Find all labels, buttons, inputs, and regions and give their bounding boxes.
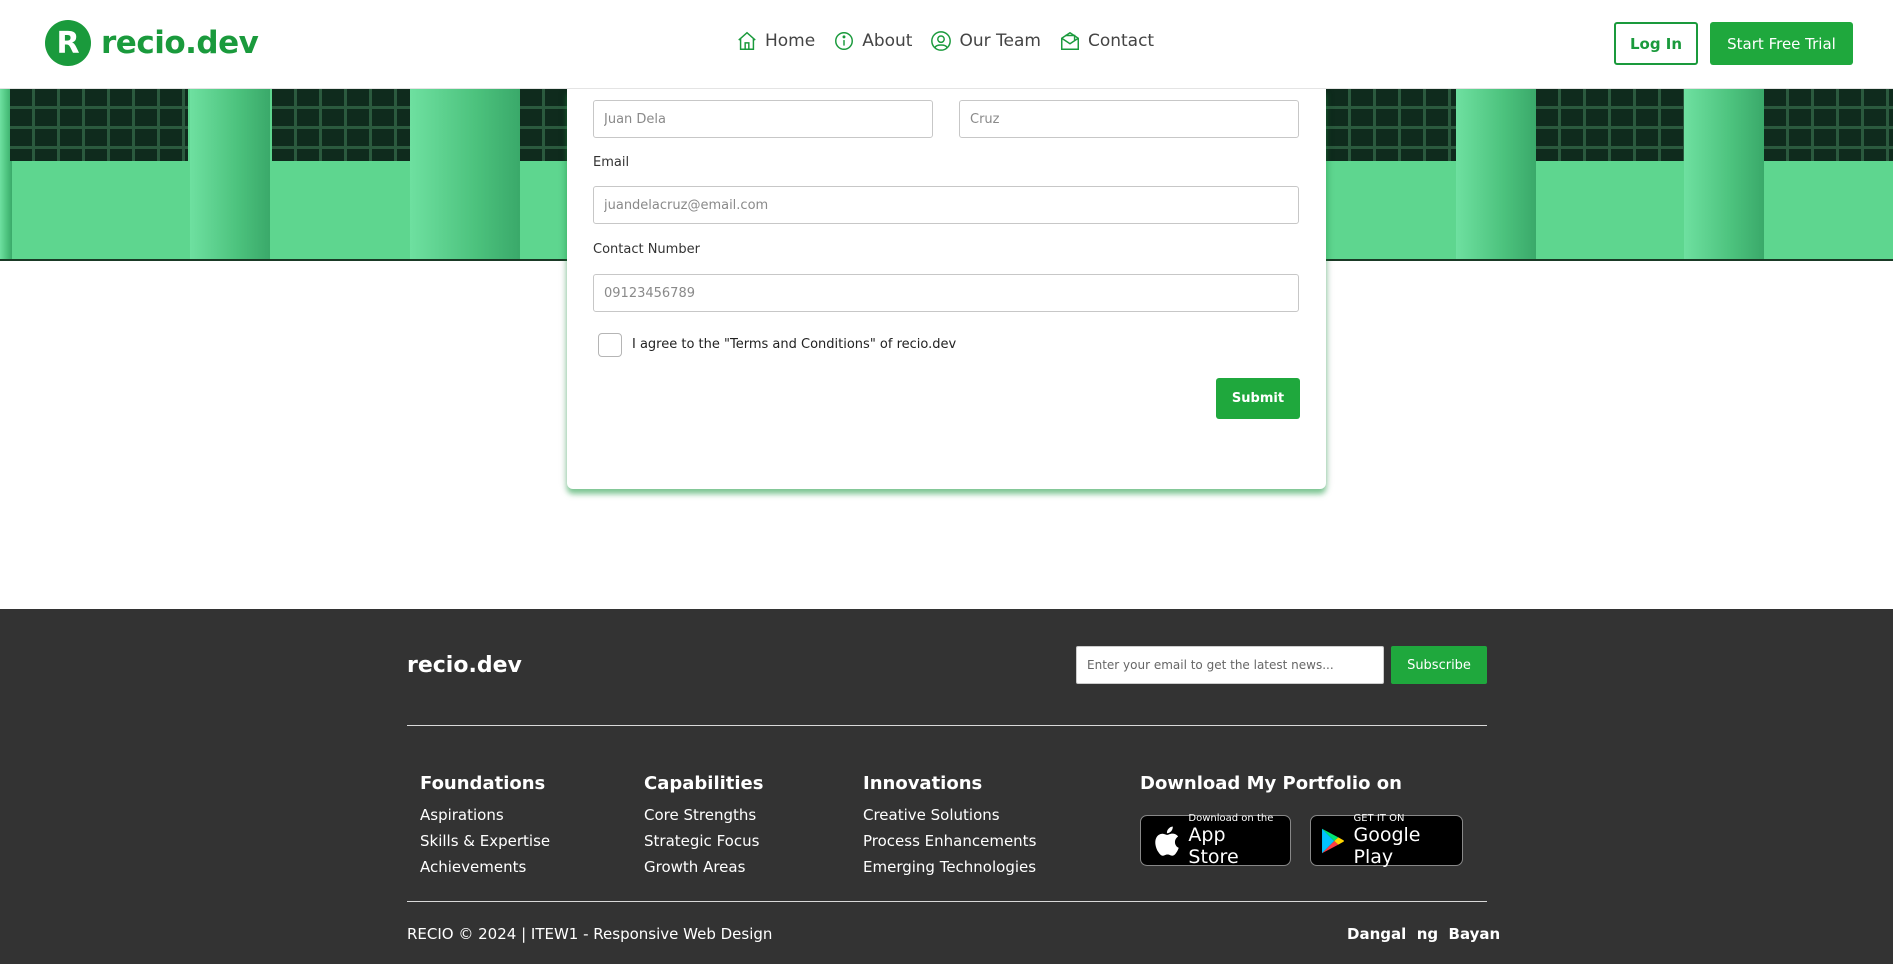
building-window bbox=[1764, 89, 1893, 161]
site-header: R recio.dev Home About Our Team Contact … bbox=[0, 0, 1893, 89]
footer-link[interactable]: Strategic Focus bbox=[644, 828, 763, 854]
user-circle-icon bbox=[931, 31, 952, 51]
footer-column-title: Innovations bbox=[863, 773, 983, 794]
google-play-badge[interactable]: GET IT ON Google Play bbox=[1310, 813, 1463, 868]
building-pillar bbox=[1456, 89, 1536, 259]
email-label: Email bbox=[593, 155, 630, 170]
contact-form-card: Email Contact Number I agree to the "Ter… bbox=[567, 89, 1326, 489]
nav-contact-label: Contact bbox=[1087, 31, 1155, 51]
footer-column-title: Foundations bbox=[420, 773, 546, 794]
main-nav: Home About Our Team Contact bbox=[736, 30, 1154, 52]
nav-item-home[interactable]: Home bbox=[736, 30, 815, 52]
email-field[interactable] bbox=[593, 186, 1299, 224]
logo-mark: R bbox=[45, 20, 91, 66]
app-store-small-text: Download on the bbox=[1188, 813, 1274, 824]
footer-link[interactable]: Creative Solutions bbox=[863, 802, 1036, 828]
home-icon bbox=[738, 31, 756, 50]
building-window bbox=[520, 89, 570, 161]
footer-link[interactable]: Core Strengths bbox=[644, 802, 763, 828]
footer-column-innovations: Innovations Creative Solutions Process E… bbox=[863, 773, 1036, 880]
envelope-icon bbox=[1060, 31, 1079, 50]
building-window bbox=[1326, 89, 1456, 161]
terms-checkbox[interactable] bbox=[598, 333, 622, 357]
footer-column-title: Capabilities bbox=[644, 773, 764, 794]
copyright-text: RECIO © 2024 | ITEW1 - Responsive Web De… bbox=[407, 925, 773, 943]
nav-item-about[interactable]: About bbox=[833, 30, 912, 52]
app-store-badge[interactable]: Download on the App Store bbox=[1140, 813, 1291, 868]
footer-column-capabilities: Capabilities Core Strengths Strategic Fo… bbox=[644, 773, 763, 880]
motto-text: Dangal ng Bayan bbox=[1347, 925, 1501, 943]
contact-number-label: Contact Number bbox=[593, 242, 700, 257]
footer-link[interactable]: Skills & Expertise bbox=[420, 828, 550, 854]
download-portfolio-title: Download My Portfolio on bbox=[1140, 773, 1402, 794]
contact-number-field[interactable] bbox=[593, 274, 1299, 312]
nav-item-contact[interactable]: Contact bbox=[1059, 30, 1154, 52]
footer-divider bbox=[407, 901, 1487, 902]
building-window bbox=[10, 89, 188, 161]
last-name-input[interactable] bbox=[959, 100, 1299, 138]
footer-divider bbox=[407, 725, 1487, 726]
logo[interactable]: R recio.dev bbox=[45, 20, 259, 66]
google-play-big-text: Google Play bbox=[1353, 824, 1421, 868]
footer-column-foundations: Foundations Aspirations Skills & Experti… bbox=[420, 773, 550, 880]
app-store-big-text: App Store bbox=[1188, 824, 1239, 868]
apple-icon bbox=[1155, 826, 1179, 856]
logo-text: recio.dev bbox=[101, 25, 259, 61]
newsletter-email-input[interactable] bbox=[1076, 646, 1384, 684]
terms-label: I agree to the "Terms and Conditions" of… bbox=[632, 337, 957, 352]
footer-link[interactable]: Aspirations bbox=[420, 802, 550, 828]
nav-our-team-label: Our Team bbox=[959, 31, 1041, 51]
info-icon bbox=[835, 32, 854, 50]
submit-button[interactable]: Submit bbox=[1216, 378, 1300, 419]
start-free-trial-button[interactable]: Start Free Trial bbox=[1710, 22, 1853, 65]
footer-link[interactable]: Achievements bbox=[420, 854, 550, 880]
nav-about-label: About bbox=[862, 31, 913, 51]
first-name-input[interactable] bbox=[593, 100, 933, 138]
site-footer: recio.dev Subscribe Foundations Aspirati… bbox=[0, 609, 1893, 964]
building-pillar bbox=[1684, 89, 1764, 259]
footer-brand: recio.dev bbox=[407, 653, 522, 678]
building-window bbox=[1536, 89, 1684, 161]
building-pillar bbox=[410, 89, 520, 259]
footer-link[interactable]: Process Enhancements bbox=[863, 828, 1036, 854]
login-button[interactable]: Log In bbox=[1614, 22, 1698, 65]
nav-home-label: Home bbox=[765, 31, 816, 51]
google-play-small-text: GET IT ON bbox=[1353, 813, 1405, 824]
nav-item-our-team[interactable]: Our Team bbox=[930, 30, 1041, 52]
footer-link[interactable]: Emerging Technologies bbox=[863, 854, 1036, 880]
footer-link[interactable]: Growth Areas bbox=[644, 854, 763, 880]
subscribe-button[interactable]: Subscribe bbox=[1391, 646, 1487, 684]
google-play-icon bbox=[1322, 828, 1344, 853]
building-window bbox=[272, 89, 410, 161]
building-pillar bbox=[190, 89, 270, 259]
